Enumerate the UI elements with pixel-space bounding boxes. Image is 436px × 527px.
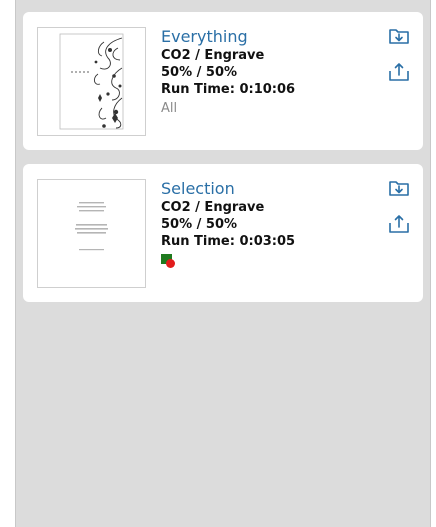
job-material: CO2 / Engrave [161, 48, 265, 63]
job-run-time: Run Time: 0:03:05 [161, 234, 296, 249]
folder-download-icon [388, 26, 410, 46]
text-card-thumbnail [75, 202, 108, 251]
job-material: CO2 / Engrave [161, 200, 265, 215]
download-button[interactable] [388, 26, 410, 46]
floral-design-thumbnail [59, 33, 124, 130]
upload-button[interactable] [388, 62, 410, 82]
job-power-speed: 50% / 50% [161, 217, 238, 232]
folder-download-icon [388, 178, 410, 198]
job-card-selection[interactable]: Selection CO2 / Engrave 50% / 50% Run Ti… [23, 164, 423, 302]
download-button[interactable] [388, 178, 410, 198]
upload-button[interactable] [388, 214, 410, 234]
tray-upload-icon [388, 62, 410, 82]
job-title[interactable]: Everything [161, 27, 371, 47]
job-power-speed: 50% / 50% [161, 65, 238, 80]
job-card-everything[interactable]: Everything CO2 / Engrave 50% / 50% Run T… [23, 12, 423, 150]
job-thumbnail[interactable] [37, 179, 146, 288]
jobs-panel: Everything CO2 / Engrave 50% / 50% Run T… [15, 0, 431, 527]
job-title[interactable]: Selection [161, 179, 371, 199]
job-run-time: Run Time: 0:10:06 [161, 82, 296, 97]
layer-color-indicator [161, 254, 177, 270]
color-dot [166, 259, 175, 268]
job-info: Selection CO2 / Engrave 50% / 50% Run Ti… [161, 179, 371, 270]
tray-upload-icon [388, 214, 410, 234]
job-thumbnail[interactable] [37, 27, 146, 136]
job-info: Everything CO2 / Engrave 50% / 50% Run T… [161, 27, 371, 118]
job-scope: All [161, 101, 178, 116]
